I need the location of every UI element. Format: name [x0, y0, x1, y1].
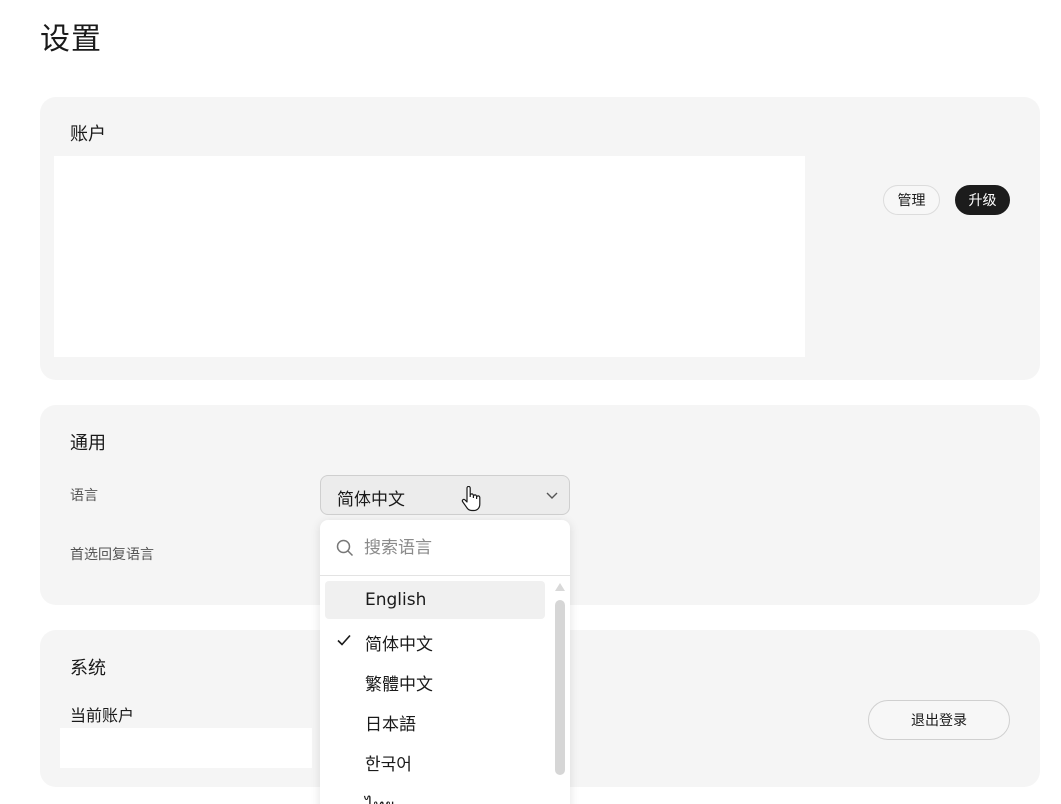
scroll-up-arrow-icon[interactable] [554, 582, 566, 592]
account-card: 账户 管理 升级 [40, 97, 1040, 380]
account-info-panel [54, 156, 805, 357]
logout-button[interactable]: 退出登录 [868, 700, 1010, 740]
page-title: 设置 [40, 22, 102, 57]
language-option-english[interactable]: English [325, 581, 545, 619]
language-search-input[interactable] [364, 534, 554, 562]
language-option-simplified-chinese[interactable]: 简体中文 [325, 621, 545, 659]
language-search-row [320, 520, 570, 576]
language-option-label: ไทย [365, 792, 395, 804]
language-label: 语言 [70, 488, 98, 504]
language-option-traditional-chinese[interactable]: 繁體中文 [325, 661, 545, 699]
manage-button[interactable]: 管理 [883, 185, 940, 215]
language-option-korean[interactable]: 한국어 [325, 741, 545, 779]
check-icon [337, 634, 351, 646]
reply-language-label: 首选回复语言 [70, 547, 154, 563]
language-select-value: 简体中文 [337, 490, 405, 510]
language-dropdown: English 简体中文 繁體中文 日本語 한국어 ไทย [320, 520, 570, 804]
hand-cursor-icon [461, 486, 481, 512]
language-option-japanese[interactable]: 日本語 [325, 701, 545, 739]
language-option-label: 简体中文 [365, 635, 433, 655]
language-option-thai[interactable]: ไทย [325, 783, 545, 804]
dropdown-scrollbar-thumb[interactable] [555, 600, 565, 775]
language-option-label: English [365, 590, 427, 610]
language-option-label: 日本語 [365, 715, 416, 735]
language-option-label: 繁體中文 [365, 675, 433, 695]
language-option-label: 한국어 [365, 755, 412, 775]
current-account-value [60, 728, 312, 768]
current-account-label: 当前账户 [70, 706, 135, 725]
search-icon [336, 539, 354, 557]
chevron-down-icon [546, 492, 558, 499]
language-select[interactable]: 简体中文 [320, 475, 570, 515]
general-section-title: 通用 [70, 433, 106, 454]
upgrade-button[interactable]: 升级 [955, 185, 1010, 215]
system-section-title: 系统 [70, 658, 106, 679]
account-section-title: 账户 [70, 124, 106, 145]
